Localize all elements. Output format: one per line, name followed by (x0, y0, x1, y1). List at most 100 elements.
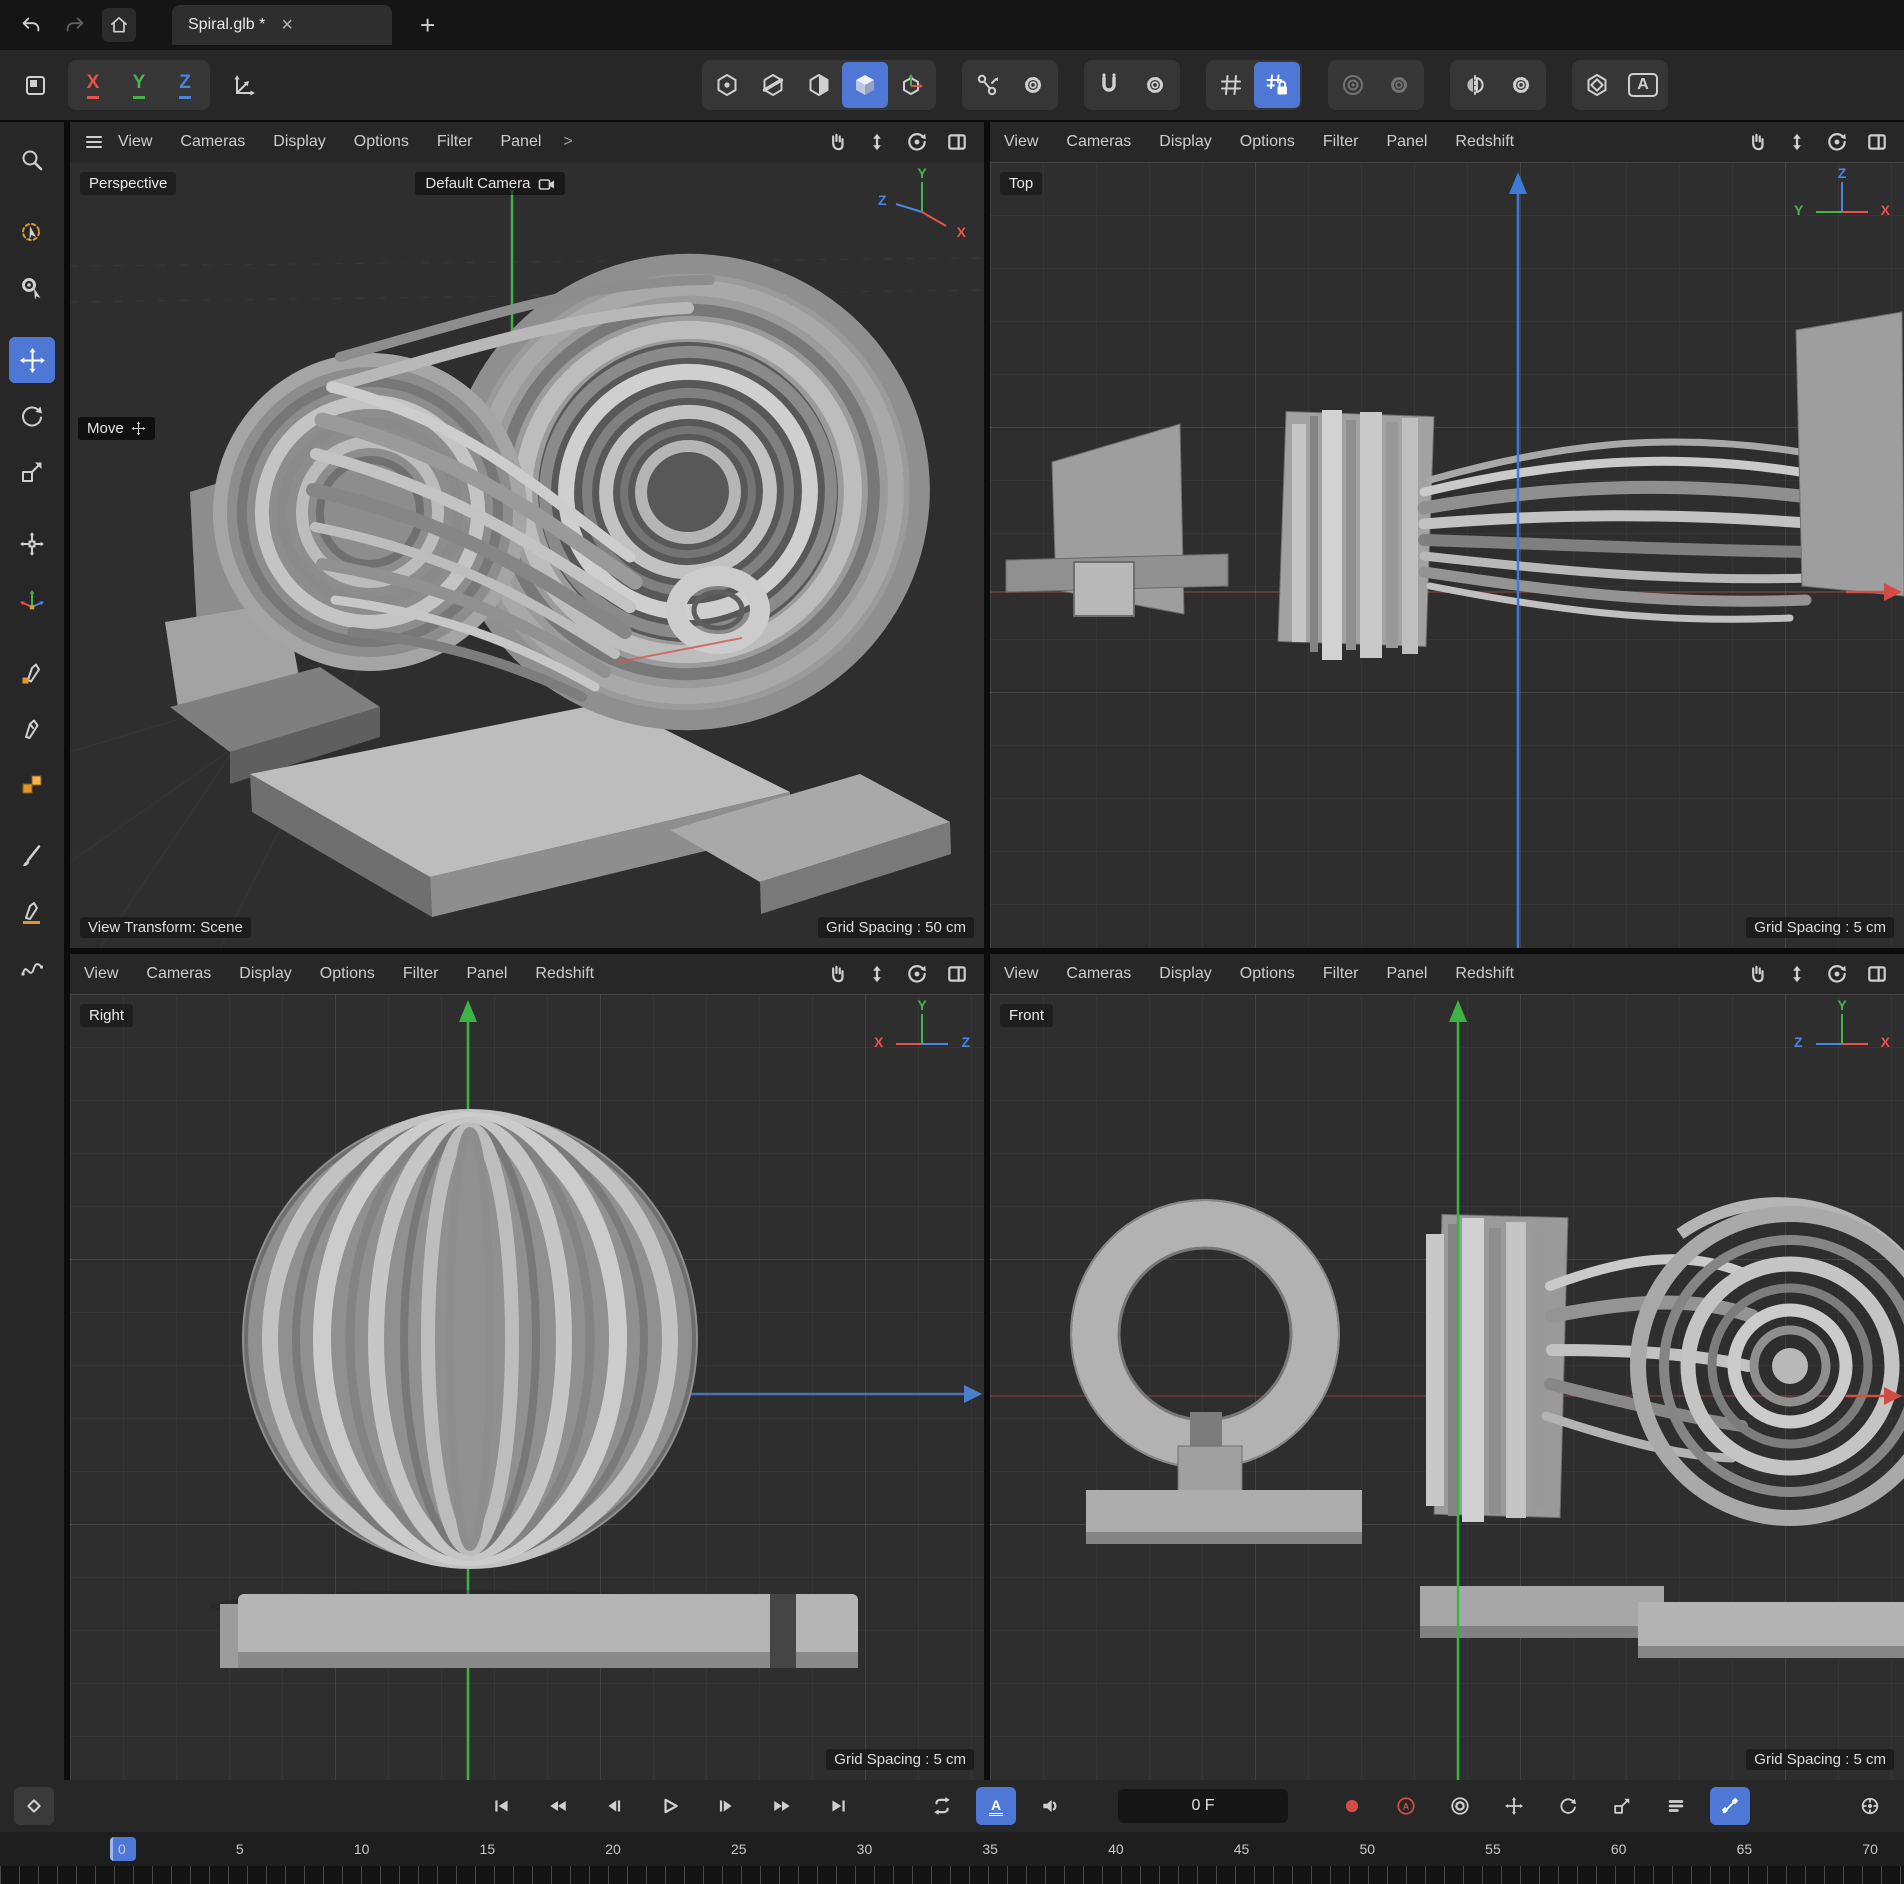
scale-keys-button[interactable] (1602, 1787, 1642, 1825)
multi-axis-tool[interactable] (9, 577, 55, 623)
sound-toggle-button[interactable] (1030, 1787, 1070, 1825)
viewport-view-label[interactable]: Top (1000, 172, 1043, 195)
frame-tick-label[interactable]: 40 (1108, 1841, 1124, 1857)
redo-button[interactable] (58, 8, 92, 42)
transform-tool[interactable] (9, 521, 55, 567)
viewport-menu-item[interactable]: Cameras (1066, 133, 1131, 151)
orbit-icon[interactable] (1824, 961, 1850, 987)
frame-tick-label[interactable]: 45 (1234, 1841, 1250, 1857)
snap-settings-button[interactable] (1132, 62, 1178, 108)
maximize-viewport-icon[interactable] (944, 961, 970, 987)
undo-button[interactable] (14, 8, 48, 42)
dolly-icon[interactable] (1784, 961, 1810, 987)
current-frame-field[interactable]: 0 F (1118, 1789, 1288, 1823)
object-axis-mode-button[interactable] (888, 62, 934, 108)
menu-overflow-chevron[interactable]: > (563, 133, 572, 151)
step-forward-button[interactable] (706, 1787, 746, 1825)
symmetry-settings-button[interactable] (1498, 62, 1544, 108)
tweak-tool[interactable] (9, 265, 55, 311)
viewport-menu-item[interactable]: View (84, 965, 118, 983)
frame-strip[interactable] (0, 1866, 1904, 1884)
rotation-keys-button[interactable] (1548, 1787, 1588, 1825)
modeling-axis-button[interactable] (1574, 62, 1620, 108)
viewport-canvas-top[interactable]: Top Grid Spacing : 5 cm Z Y X (990, 162, 1904, 948)
frame-tick-label[interactable]: 20 (605, 1841, 621, 1857)
previous-key-button[interactable] (538, 1787, 578, 1825)
dolly-icon[interactable] (1784, 129, 1810, 155)
viewport-menu-item[interactable]: Cameras (146, 965, 211, 983)
symmetry-toggle-button[interactable] (1452, 62, 1498, 108)
axis-lock-z-button[interactable]: Z (162, 62, 208, 108)
viewport-menu-item[interactable]: Options (320, 965, 375, 983)
dolly-icon[interactable] (864, 961, 890, 987)
viewport-menu-item[interactable]: Display (239, 965, 291, 983)
frame-tick-label[interactable]: 60 (1611, 1841, 1627, 1857)
viewport-menu-item[interactable]: Redshift (1455, 965, 1514, 983)
maximize-viewport-icon[interactable] (1864, 129, 1890, 155)
axis-gizmo[interactable]: Y Z X (1792, 997, 1892, 1072)
viewport-menu-item[interactable]: Cameras (1066, 965, 1131, 983)
spline-tool[interactable] (9, 945, 55, 991)
make-editable-button[interactable] (12, 62, 58, 108)
parameter-keys-button[interactable] (1656, 1787, 1696, 1825)
joint-tool-button[interactable] (964, 62, 1010, 108)
play-button[interactable] (650, 1787, 690, 1825)
coordinate-system-button[interactable] (220, 62, 266, 108)
range-options-button[interactable] (1850, 1787, 1890, 1825)
axis-lock-y-button[interactable]: Y (116, 62, 162, 108)
camera-selector[interactable]: Default Camera (415, 172, 566, 195)
viewport-menu-item[interactable]: Redshift (1455, 133, 1514, 151)
rotate-tool[interactable] (9, 393, 55, 439)
keyframe-settings-button[interactable] (1440, 1787, 1480, 1825)
maximize-viewport-icon[interactable] (1864, 961, 1890, 987)
axis-lock-x-button[interactable]: X (70, 62, 116, 108)
points-mode-button[interactable] (704, 62, 750, 108)
model-mode-button[interactable] (842, 62, 888, 108)
home-button[interactable] (102, 8, 136, 42)
step-back-button[interactable] (594, 1787, 634, 1825)
axis-gizmo[interactable]: Z Y X (1792, 165, 1892, 240)
animation-mode-button[interactable]: A (976, 1787, 1016, 1825)
kinematics-settings-button[interactable] (1010, 62, 1056, 108)
axis-gizmo[interactable]: Y Z X (872, 165, 972, 240)
scale-tool[interactable] (9, 449, 55, 495)
frame-tick-label[interactable]: 50 (1359, 1841, 1375, 1857)
annotation-button[interactable]: A (1620, 62, 1666, 108)
dolly-icon[interactable] (864, 129, 890, 155)
viewport-menu-item[interactable]: Display (1159, 965, 1211, 983)
orbit-icon[interactable] (1824, 129, 1850, 155)
viewport-menu-item[interactable]: Cameras (180, 133, 245, 151)
viewport-view-label[interactable]: Front (1000, 1004, 1054, 1027)
viewport-menu-icon[interactable] (84, 132, 104, 152)
frame-tick-label[interactable]: 35 (982, 1841, 998, 1857)
viewport-view-label[interactable]: Perspective (80, 172, 177, 195)
frame-tick-label[interactable]: 15 (480, 1841, 496, 1857)
record-keyframe-button[interactable] (1332, 1787, 1372, 1825)
goto-end-button[interactable] (818, 1787, 858, 1825)
frame-tick-label[interactable]: 65 (1737, 1841, 1753, 1857)
viewport-menu-item[interactable]: Panel (466, 965, 507, 983)
falloff-toggle-button[interactable] (1330, 62, 1376, 108)
position-keys-button[interactable] (1494, 1787, 1534, 1825)
lock-workplane-button[interactable] (1254, 62, 1300, 108)
next-key-button[interactable] (762, 1787, 802, 1825)
viewport-menu-item[interactable]: Filter (1323, 965, 1359, 983)
viewport-menu-item[interactable]: View (1004, 965, 1038, 983)
pen-tool[interactable] (9, 649, 55, 695)
frame-tick-label[interactable]: 0 (118, 1841, 126, 1857)
orbit-icon[interactable] (904, 129, 930, 155)
edges-mode-button[interactable] (750, 62, 796, 108)
keyframe-diamond-button[interactable] (14, 1787, 54, 1825)
viewport-menu-item[interactable]: Redshift (535, 965, 594, 983)
brush-tool[interactable] (9, 833, 55, 879)
viewport-menu-item[interactable]: Display (1159, 133, 1211, 151)
pan-hand-icon[interactable] (824, 129, 850, 155)
frame-tick-label[interactable]: 30 (857, 1841, 873, 1857)
viewport-menu-item[interactable]: Filter (403, 965, 439, 983)
viewport-menu-item[interactable]: Filter (1323, 133, 1359, 151)
viewport-canvas-front[interactable]: Front Grid Spacing : 5 cm Y Z X (990, 994, 1904, 1780)
live-selection-tool[interactable] (9, 209, 55, 255)
viewport-view-label[interactable]: Right (80, 1004, 134, 1027)
pan-hand-icon[interactable] (824, 961, 850, 987)
loop-playback-button[interactable] (922, 1787, 962, 1825)
